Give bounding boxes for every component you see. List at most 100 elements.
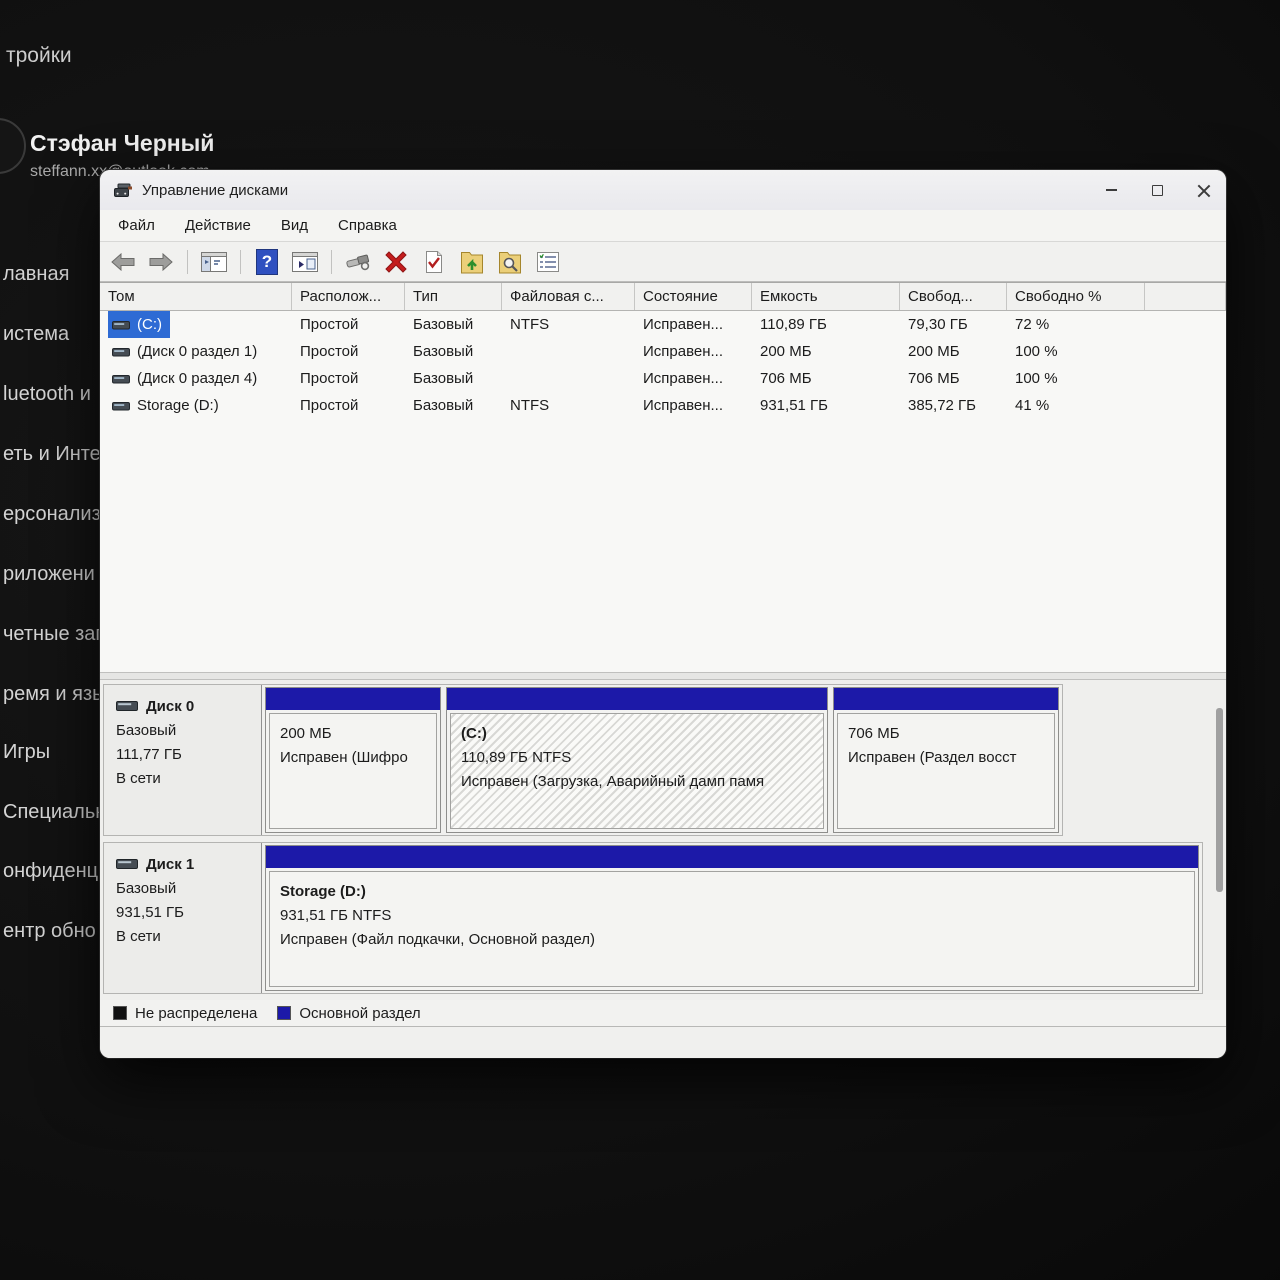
sidebar-item-system[interactable]: истема [3, 318, 69, 350]
cell-free: 200 МБ [900, 338, 1007, 365]
column-header-layout[interactable]: Располож... [292, 283, 405, 310]
pane-splitter[interactable] [100, 672, 1226, 680]
properties-button[interactable] [533, 247, 563, 277]
column-header-free[interactable]: Свобод... [900, 283, 1007, 310]
cell-filesystem: NTFS [502, 392, 635, 419]
tools-button[interactable] [343, 247, 373, 277]
open-folder-button[interactable] [457, 247, 487, 277]
toolbar-separator [240, 250, 241, 274]
cell-free: 385,72 ГБ [900, 392, 1007, 419]
back-icon [111, 253, 135, 271]
mark-partition-active-button[interactable] [419, 247, 449, 277]
show-action-pane-button[interactable] [290, 247, 320, 277]
cell-layout: Простой [292, 392, 405, 419]
cell-free-percent: 41 % [1007, 392, 1145, 419]
cell-layout: Простой [292, 338, 405, 365]
partition-status: Исправен (Загрузка, Аварийный дамп памя [461, 770, 813, 794]
cell-status: Исправен... [635, 338, 752, 365]
avatar [0, 118, 26, 174]
minimize-icon [1106, 189, 1117, 191]
settings-title: тройки [6, 44, 72, 68]
column-header-volume[interactable]: Том [100, 283, 292, 310]
help-icon: ? [256, 249, 278, 275]
legend-label: Не распределена [135, 1005, 257, 1022]
cell-layout: Простой [292, 311, 405, 338]
table-row-volume-d[interactable]: Storage (D:) Простой Базовый NTFS Исправ… [100, 392, 1226, 419]
partition-status: Исправен (Шифро [280, 746, 426, 770]
sidebar-item-network[interactable]: еть и Инте [3, 438, 101, 470]
volume-list-pane: Том Располож... Тип Файловая с... Состоя… [100, 282, 1226, 672]
maximize-button[interactable] [1134, 170, 1180, 210]
cell-free-percent: 100 % [1007, 338, 1145, 365]
partition-label: Storage (D:) [280, 880, 1184, 904]
column-header-filesystem[interactable]: Файловая с... [502, 283, 635, 310]
explore-folder-button[interactable] [495, 247, 525, 277]
cell-status: Исправен... [635, 392, 752, 419]
partition-c[interactable]: (C:) 110,89 ГБ NTFS Исправен (Загрузка, … [446, 687, 828, 833]
table-row-disk0-part1[interactable]: (Диск 0 раздел 1) Простой Базовый Исправ… [100, 338, 1226, 365]
disk-size: 111,77 ГБ [116, 743, 261, 767]
delete-volume-button[interactable] [381, 247, 411, 277]
sidebar-item-time-language[interactable]: ремя и язы [3, 678, 107, 710]
sidebar-item-home[interactable]: лавная [3, 258, 69, 290]
partition-color-bar [447, 688, 827, 710]
cell-layout: Простой [292, 365, 405, 392]
sidebar-item-personalization[interactable]: ерсонализ [3, 498, 101, 530]
legend-primary-partition: Основной раздел [277, 1005, 420, 1022]
cell-free: 706 МБ [900, 365, 1007, 392]
table-row-volume-c[interactable]: (C:) Простой Базовый NTFS Исправен... 11… [100, 311, 1226, 338]
sidebar-item-bluetooth[interactable]: luetooth и [3, 378, 91, 410]
menu-file[interactable]: Файл [118, 217, 155, 234]
partition-size: 931,51 ГБ NTFS [280, 904, 1184, 928]
sidebar-item-privacy[interactable]: онфиденц [3, 855, 98, 887]
cell-filesystem: NTFS [502, 311, 635, 338]
partition-efi[interactable]: 200 МБ Исправен (Шифро [265, 687, 441, 833]
disk-type: Базовый [116, 877, 261, 901]
legend-bar: Не распределена Основной раздел [100, 1000, 1226, 1026]
column-header-capacity[interactable]: Емкость [752, 283, 900, 310]
disk-icon [116, 853, 138, 877]
column-header-status[interactable]: Состояние [635, 283, 752, 310]
sidebar-item-windows-update[interactable]: ентр обно [3, 915, 96, 947]
drive-icon [112, 400, 130, 412]
cell-type: Базовый [405, 311, 502, 338]
explore-folder-icon [498, 249, 522, 275]
table-row-disk0-part4[interactable]: (Диск 0 раздел 4) Простой Базовый Исправ… [100, 365, 1226, 392]
menu-action[interactable]: Действие [185, 217, 251, 234]
open-folder-icon [460, 249, 484, 275]
menu-help[interactable]: Справка [338, 217, 397, 234]
volume-name: (Диск 0 раздел 4) [137, 365, 257, 392]
partition-color-bar [266, 846, 1198, 868]
back-button[interactable] [108, 247, 138, 277]
partition-size: 706 МБ [848, 722, 1044, 746]
selected-volume-highlight: (C:) [108, 311, 170, 338]
forward-button[interactable] [146, 247, 176, 277]
column-header-filler [1145, 283, 1226, 310]
vertical-scrollbar[interactable] [1216, 708, 1223, 892]
partition-storage-d[interactable]: Storage (D:) 931,51 ГБ NTFS Исправен (Фа… [265, 845, 1199, 991]
disk-1-info[interactable]: Диск 1 Базовый 931,51 ГБ В сети [104, 843, 262, 993]
minimize-button[interactable] [1088, 170, 1134, 210]
sidebar-item-gaming[interactable]: Игры [3, 736, 50, 768]
partition-size: 200 МБ [280, 722, 426, 746]
close-button[interactable] [1180, 170, 1226, 210]
partition-recovery[interactable]: 706 МБ Исправен (Раздел восст [833, 687, 1059, 833]
show-console-tree-button[interactable] [199, 247, 229, 277]
cell-status: Исправен... [635, 311, 752, 338]
partition-color-bar [266, 688, 440, 710]
column-header-free-percent[interactable]: Свободно % [1007, 283, 1145, 310]
cell-free-percent: 72 % [1007, 311, 1145, 338]
window-title: Управление дисками [142, 182, 288, 199]
menu-view[interactable]: Вид [281, 217, 308, 234]
menu-bar: Файл Действие Вид Справка [100, 210, 1226, 242]
column-header-type[interactable]: Тип [405, 283, 502, 310]
sidebar-item-accounts[interactable]: четные зап [3, 618, 106, 650]
sidebar-item-apps[interactable]: риложени [3, 558, 95, 590]
photo-stage: тройки Стэфан Черный steffann.xx@outlook… [0, 0, 1280, 1280]
disk-0-info[interactable]: Диск 0 Базовый 111,77 ГБ В сети [104, 685, 262, 835]
disk-name: Диск 0 [146, 695, 194, 719]
cell-capacity: 110,89 ГБ [752, 311, 900, 338]
help-button[interactable]: ? [252, 247, 282, 277]
toolbar-separator [187, 250, 188, 274]
show-action-pane-icon [292, 252, 318, 272]
